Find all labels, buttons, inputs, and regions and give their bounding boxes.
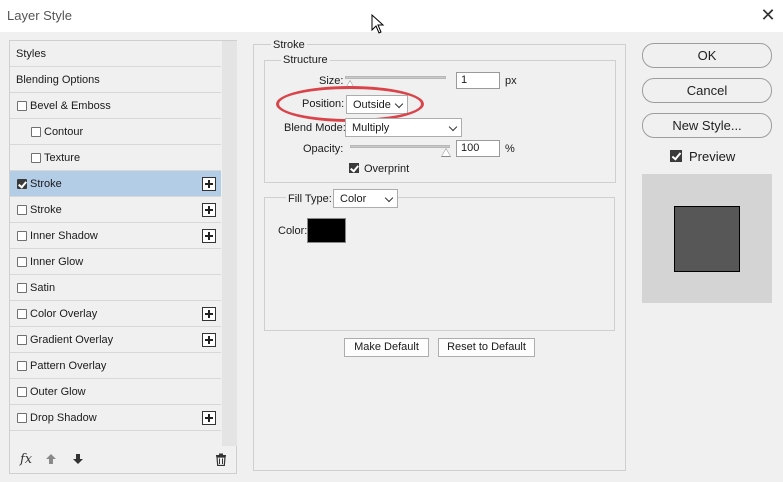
blend-mode-label: Blend Mode: — [284, 122, 346, 134]
style-item-label: Stroke — [30, 204, 62, 216]
size-input[interactable]: 1 — [456, 72, 500, 89]
structure-group-title: Structure — [281, 54, 330, 66]
add-effect-plus-icon[interactable] — [202, 307, 216, 321]
ok-button[interactable]: OK — [642, 43, 772, 68]
style-item-outer-glow[interactable]: Outer Glow — [10, 379, 221, 405]
fx-button[interactable]: fx — [20, 452, 32, 467]
opacity-input[interactable]: 100 — [456, 140, 500, 157]
styles-list: Styles Blending Options Bevel & Emboss Cont… — [10, 41, 221, 446]
style-item-checkbox[interactable] — [31, 127, 41, 137]
add-effect-plus-icon[interactable] — [202, 411, 216, 425]
size-slider-thumb[interactable] — [345, 80, 355, 89]
size-label: Size: — [319, 75, 344, 87]
style-item-checkbox[interactable] — [17, 101, 27, 111]
style-item-label: Inner Shadow — [30, 230, 98, 242]
mouse-cursor-icon — [371, 14, 385, 34]
overprint-label: Overprint — [364, 163, 410, 175]
style-item-checkbox[interactable] — [17, 179, 27, 189]
style-item-inner-glow[interactable]: Inner Glow — [10, 249, 221, 275]
style-item-label: Styles — [16, 48, 46, 60]
make-default-button[interactable]: Make Default — [344, 338, 429, 357]
style-item-label: Outer Glow — [30, 386, 86, 398]
position-dropdown[interactable]: Outside — [346, 95, 408, 114]
chevron-down-icon — [448, 122, 458, 132]
style-item-styles[interactable]: Styles — [10, 41, 221, 67]
stroke-group-title: Stroke — [271, 39, 307, 51]
size-slider[interactable] — [345, 76, 446, 79]
style-item-label: Satin — [30, 282, 56, 294]
window-title: Layer Style — [7, 8, 73, 23]
style-item-drop-shadow[interactable]: Drop Shadow — [10, 405, 221, 431]
blend-mode-dropdown[interactable]: Multiply — [345, 118, 462, 137]
style-item-gradient-overlay[interactable]: Gradient Overlay — [10, 327, 221, 353]
style-item-checkbox[interactable] — [17, 361, 27, 371]
new-style-button[interactable]: New Style... — [642, 113, 772, 138]
fill-type-label: Fill Type: — [286, 193, 334, 205]
style-item-checkbox[interactable] — [17, 231, 27, 241]
style-item-stroke[interactable]: Stroke — [10, 171, 221, 197]
style-item-label: Blending Options — [16, 74, 100, 86]
title-bar: Layer Style ✕ — [0, 0, 783, 32]
style-item-label: Stroke — [30, 178, 62, 190]
add-effect-plus-icon[interactable] — [202, 229, 216, 243]
style-item-contour[interactable]: Contour — [10, 119, 221, 145]
style-item-label: Inner Glow — [30, 256, 84, 268]
preview-square — [674, 206, 740, 272]
style-item-texture[interactable]: Texture — [10, 145, 221, 171]
trash-icon[interactable] — [215, 453, 227, 466]
style-item-checkbox[interactable] — [17, 387, 27, 397]
chevron-down-icon — [384, 193, 394, 203]
style-item-label: Pattern Overlay — [30, 360, 107, 372]
styles-footer: fx — [10, 446, 237, 474]
add-effect-plus-icon[interactable] — [202, 177, 216, 191]
style-item-bevel-emboss[interactable]: Bevel & Emboss — [10, 93, 221, 119]
style-item-pattern-overlay[interactable]: Pattern Overlay — [10, 353, 221, 379]
opacity-unit: % — [505, 143, 515, 155]
overprint-checkbox[interactable] — [349, 163, 359, 173]
style-item-label: Texture — [44, 152, 81, 164]
style-item-inner-shadow[interactable]: Inner Shadow — [10, 223, 221, 249]
add-effect-plus-icon[interactable] — [202, 203, 216, 217]
fill-type-dropdown[interactable]: Color — [333, 189, 398, 208]
reset-to-default-button[interactable]: Reset to Default — [438, 338, 535, 357]
style-item-stroke[interactable]: Stroke — [10, 197, 221, 223]
style-item-label: Contour — [44, 126, 84, 138]
color-label: Color: — [278, 225, 308, 237]
style-item-checkbox[interactable] — [17, 413, 27, 423]
style-item-checkbox[interactable] — [17, 309, 27, 319]
style-item-checkbox[interactable] — [17, 205, 27, 215]
style-item-checkbox[interactable] — [17, 335, 27, 345]
opacity-slider[interactable] — [350, 145, 450, 148]
style-item-checkbox[interactable] — [31, 153, 41, 163]
opacity-slider-thumb[interactable] — [441, 148, 451, 157]
style-item-blending-options[interactable]: Blending Options — [10, 67, 221, 93]
styles-panel: Styles Blending Options Bevel & Emboss Cont… — [9, 40, 237, 474]
color-swatch[interactable] — [307, 218, 346, 243]
style-item-label: Drop Shadow — [30, 412, 97, 424]
style-item-label: Bevel & Emboss — [30, 100, 111, 112]
style-item-label: Color Overlay — [30, 308, 98, 320]
cancel-button[interactable]: Cancel — [642, 78, 772, 103]
style-item-checkbox[interactable] — [17, 283, 27, 293]
fill-type-dropdown-value: Color — [340, 193, 367, 205]
move-down-icon[interactable] — [72, 453, 84, 465]
size-unit: px — [505, 75, 517, 87]
styles-scrollbar[interactable] — [222, 41, 237, 446]
style-item-checkbox[interactable] — [17, 257, 27, 267]
style-item-color-overlay[interactable]: Color Overlay — [10, 301, 221, 327]
preview-checkbox[interactable] — [670, 150, 682, 162]
opacity-label: Opacity: — [303, 143, 344, 155]
style-item-label: Gradient Overlay — [30, 334, 114, 346]
chevron-down-icon — [394, 99, 404, 109]
style-item-satin[interactable]: Satin — [10, 275, 221, 301]
close-icon[interactable]: ✕ — [758, 5, 778, 25]
preview-label: Preview — [689, 149, 736, 164]
move-up-icon[interactable] — [45, 453, 57, 465]
add-effect-plus-icon[interactable] — [202, 333, 216, 347]
blend-mode-dropdown-value: Multiply — [352, 122, 390, 134]
position-dropdown-value: Outside — [353, 99, 391, 111]
position-label: Position: — [302, 98, 345, 110]
preview-thumbnail — [642, 174, 772, 303]
